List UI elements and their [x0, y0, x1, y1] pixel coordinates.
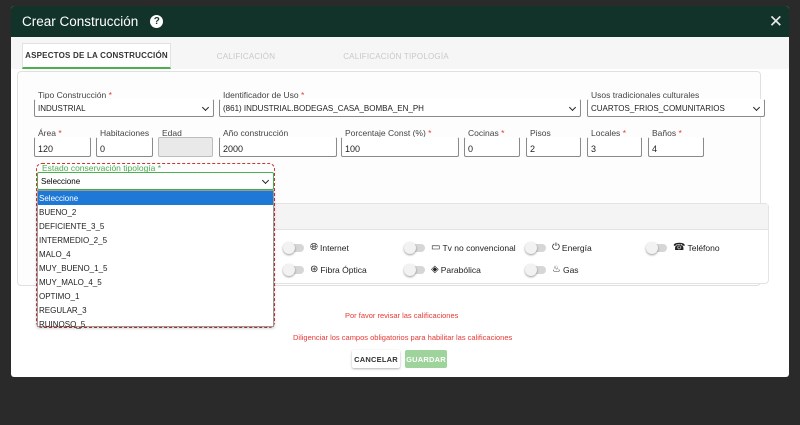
- anio-construccion-field[interactable]: Año construcción 2000: [219, 128, 337, 157]
- service-parabolica-label: Parabólica: [440, 264, 481, 275]
- locales-field[interactable]: Locales * 3: [587, 128, 642, 157]
- identificador-uso-select[interactable]: (861) INDUSTRIAL.BODEGAS_CASA_BOMBA_EN_P…: [219, 99, 581, 117]
- telefono-toggle[interactable]: [646, 241, 667, 254]
- question-circle-icon[interactable]: ?: [150, 15, 164, 28]
- dropdown-option[interactable]: OPTIMO_1: [38, 289, 273, 303]
- service-fibra[interactable]: ⊛ Fibra Óptica: [283, 263, 367, 276]
- banos-field[interactable]: Baños * 4: [648, 128, 704, 157]
- tab-bar: ASPECTOS DE LA CONSTRUCCIÓN CALIFICACIÓN…: [11, 37, 789, 69]
- campos-obligatorios-message: Diligenciar los campos obligatorios para…: [293, 333, 513, 342]
- porcentaje-const-input[interactable]: 100: [341, 137, 459, 157]
- dropdown-option[interactable]: INTERMEDIO_2_5: [38, 233, 273, 247]
- estado-conservacion-dropdown: Seleccione BUENO_2 DEFICIENTE_3_5 INTERM…: [37, 190, 274, 329]
- estado-conservacion-field[interactable]: Estado conservación tipología * Seleccio…: [37, 163, 274, 190]
- gas-toggle[interactable]: [525, 263, 546, 276]
- modal-title: Crear Construcción: [22, 14, 139, 29]
- save-button[interactable]: GUARDAR: [405, 350, 447, 368]
- area-field[interactable]: Área * 120: [34, 128, 91, 157]
- pisos-input[interactable]: 2: [526, 137, 581, 157]
- dropdown-option[interactable]: RUINOSO_5: [38, 317, 273, 331]
- banos-input[interactable]: 4: [648, 137, 704, 157]
- service-fibra-label: Fibra Óptica: [320, 264, 367, 275]
- identificador-uso-field[interactable]: Identificador de Uso * (861) INDUSTRIAL.…: [219, 90, 581, 117]
- modal-header: Crear Construcción ? ✕: [11, 6, 789, 37]
- estado-conservacion-select[interactable]: Seleccione: [37, 172, 274, 190]
- edad-field: Edad: [158, 128, 213, 157]
- plug-icon: ⏻: [552, 242, 560, 253]
- dropdown-option[interactable]: MALO_4: [38, 247, 273, 261]
- service-tv[interactable]: ▭ Tv no convencional: [404, 241, 516, 254]
- parabolica-toggle[interactable]: [404, 263, 425, 276]
- dropdown-option[interactable]: REGULAR_3: [38, 303, 273, 317]
- phone-icon: ☎: [673, 242, 686, 253]
- service-gas[interactable]: ♨ Gas: [525, 263, 579, 276]
- usos-tradicionales-field[interactable]: Usos tradicionales culturales CUARTOS_FR…: [587, 90, 765, 117]
- dropdown-option[interactable]: DEFICIENTE_3_5: [38, 219, 273, 233]
- dropdown-option[interactable]: MUY_MALO_4_5: [38, 275, 273, 289]
- revisar-calificaciones-message: Por favor revisar las calificaciones: [345, 311, 459, 320]
- flame-icon: ♨: [552, 264, 561, 275]
- tipo-construccion-field[interactable]: Tipo Construcción * INDUSTRIAL: [34, 90, 214, 117]
- globe-icon: 🌐︎: [310, 242, 318, 253]
- close-icon[interactable]: ✕: [769, 13, 783, 30]
- cocinas-field[interactable]: Cocinas * 0: [464, 128, 520, 157]
- tv-icon: ▭: [431, 242, 441, 253]
- usos-tradicionales-select[interactable]: CUARTOS_FRIOS_COMUNITARIOS: [587, 99, 765, 117]
- fibra-toggle[interactable]: [283, 263, 304, 276]
- dropdown-option[interactable]: MUY_BUENO_1_5: [38, 261, 273, 275]
- service-parabolica[interactable]: ◈ Parabólica: [404, 263, 481, 276]
- tab-calificacion-tipologia[interactable]: CALIFICACIÓN TIPOLOGÍA: [331, 43, 461, 69]
- pisos-field[interactable]: Pisos 2: [526, 128, 581, 157]
- service-gas-label: Gas: [562, 264, 579, 275]
- dropdown-option[interactable]: BUENO_2: [38, 205, 273, 219]
- service-internet-label: Internet: [320, 242, 349, 253]
- service-energia[interactable]: ⏻ Energía: [525, 241, 592, 254]
- service-telefono[interactable]: ☎ Teléfono: [646, 241, 720, 254]
- tab-calificacion[interactable]: CALIFICACIÓN: [191, 43, 301, 69]
- habitaciones-input[interactable]: 0: [96, 137, 153, 157]
- internet-toggle[interactable]: [283, 241, 304, 254]
- tv-toggle[interactable]: [404, 241, 425, 254]
- service-tv-label: Tv no convencional: [442, 242, 516, 253]
- service-internet[interactable]: 🌐︎ Internet: [283, 241, 349, 254]
- habitaciones-field[interactable]: Habitaciones 0: [96, 128, 153, 157]
- locales-input[interactable]: 3: [587, 137, 642, 157]
- area-input[interactable]: 120: [34, 137, 91, 157]
- tipo-construccion-select[interactable]: INDUSTRIAL: [34, 99, 214, 117]
- satellite-dish-icon: ◈: [431, 264, 439, 275]
- service-energia-label: Energía: [561, 242, 592, 253]
- cocinas-input[interactable]: 0: [464, 137, 520, 157]
- tab-aspectos[interactable]: ASPECTOS DE LA CONSTRUCCIÓN: [22, 43, 171, 69]
- energia-toggle[interactable]: [525, 241, 546, 254]
- anio-construccion-input[interactable]: 2000: [219, 137, 337, 157]
- porcentaje-const-field[interactable]: Porcentaje Const (%) * 100: [341, 128, 459, 157]
- cancel-button[interactable]: CANCELAR: [352, 350, 400, 368]
- edad-input: [158, 137, 213, 157]
- dropdown-option[interactable]: Seleccione: [38, 191, 273, 205]
- service-telefono-label: Teléfono: [687, 242, 720, 253]
- fiber-icon: ⊛: [310, 264, 319, 275]
